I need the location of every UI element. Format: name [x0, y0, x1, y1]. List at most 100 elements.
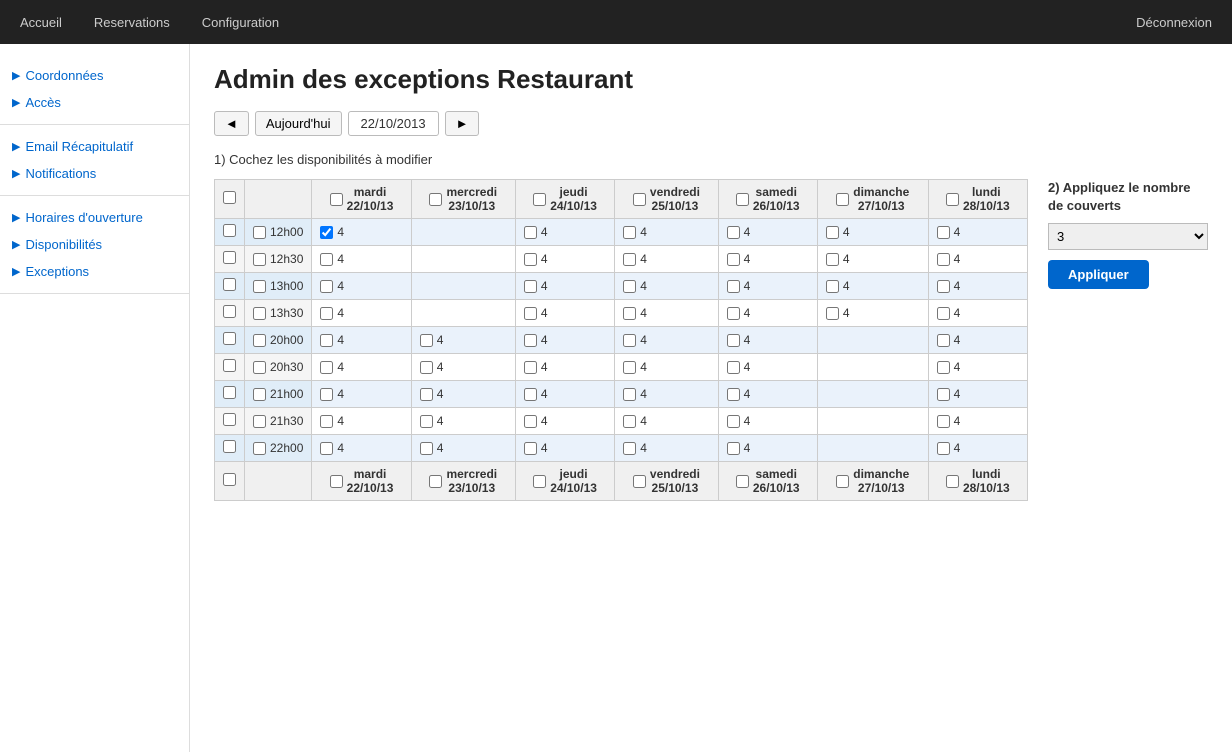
row-checkbox-8[interactable] [223, 440, 236, 453]
sidebar-item-acces[interactable]: ▶ Accès [0, 89, 189, 116]
prev-date-button[interactable]: ◄ [214, 111, 249, 136]
cell-checkbox-6-6[interactable] [937, 388, 950, 401]
nav-accueil[interactable]: Accueil [16, 3, 66, 42]
cell-checkbox-2-4[interactable] [727, 280, 740, 293]
row-checkbox-5[interactable] [223, 359, 236, 372]
cell-checkbox-8-3[interactable] [623, 442, 636, 455]
col-check-jeudi-foot[interactable] [533, 475, 546, 488]
time-row-checkbox-4[interactable] [253, 334, 266, 347]
cell-checkbox-3-2[interactable] [524, 307, 537, 320]
cell-checkbox-5-1[interactable] [420, 361, 433, 374]
time-row-checkbox-0[interactable] [253, 226, 266, 239]
cell-checkbox-7-4[interactable] [727, 415, 740, 428]
sidebar-item-email-recapitulatif[interactable]: ▶ Email Récapitulatif [0, 133, 189, 160]
select-all-rows-footer-checkbox[interactable] [223, 473, 236, 486]
cell-checkbox-2-0[interactable] [320, 280, 333, 293]
time-row-checkbox-8[interactable] [253, 442, 266, 455]
sidebar-item-horaires[interactable]: ▶ Horaires d'ouverture [0, 204, 189, 231]
cell-checkbox-3-6[interactable] [937, 307, 950, 320]
cell-checkbox-8-2[interactable] [524, 442, 537, 455]
cell-checkbox-4-2[interactable] [524, 334, 537, 347]
col-check-mardi[interactable] [330, 193, 343, 206]
cell-checkbox-3-4[interactable] [727, 307, 740, 320]
time-row-checkbox-3[interactable] [253, 307, 266, 320]
row-checkbox-2[interactable] [223, 278, 236, 291]
cell-checkbox-2-6[interactable] [937, 280, 950, 293]
cell-checkbox-8-1[interactable] [420, 442, 433, 455]
nav-logout[interactable]: Déconnexion [1132, 3, 1216, 42]
col-check-dimanche-foot[interactable] [836, 475, 849, 488]
cell-checkbox-3-0[interactable] [320, 307, 333, 320]
sidebar-item-exceptions[interactable]: ▶ Exceptions [0, 258, 189, 285]
cell-checkbox-8-0[interactable] [320, 442, 333, 455]
cell-checkbox-4-3[interactable] [623, 334, 636, 347]
col-check-mercredi[interactable] [429, 193, 442, 206]
time-row-checkbox-7[interactable] [253, 415, 266, 428]
cell-checkbox-2-5[interactable] [826, 280, 839, 293]
cell-checkbox-8-6[interactable] [937, 442, 950, 455]
col-check-jeudi[interactable] [533, 193, 546, 206]
cell-checkbox-6-1[interactable] [420, 388, 433, 401]
cell-checkbox-2-3[interactable] [623, 280, 636, 293]
apply-button[interactable]: Appliquer [1048, 260, 1149, 289]
next-date-button[interactable]: ► [445, 111, 480, 136]
cell-checkbox-6-3[interactable] [623, 388, 636, 401]
cell-checkbox-1-0[interactable] [320, 253, 333, 266]
time-row-checkbox-5[interactable] [253, 361, 266, 374]
row-checkbox-4[interactable] [223, 332, 236, 345]
col-check-samedi[interactable] [736, 193, 749, 206]
cell-checkbox-0-0[interactable] [320, 226, 333, 239]
col-check-mercredi-foot[interactable] [429, 475, 442, 488]
row-checkbox-0[interactable] [223, 224, 236, 237]
time-row-checkbox-1[interactable] [253, 253, 266, 266]
cell-checkbox-7-0[interactable] [320, 415, 333, 428]
cell-checkbox-8-4[interactable] [727, 442, 740, 455]
cell-checkbox-5-3[interactable] [623, 361, 636, 374]
cell-checkbox-0-2[interactable] [524, 226, 537, 239]
time-row-checkbox-2[interactable] [253, 280, 266, 293]
time-row-checkbox-6[interactable] [253, 388, 266, 401]
cell-checkbox-1-2[interactable] [524, 253, 537, 266]
sidebar-item-disponibilites[interactable]: ▶ Disponibilités [0, 231, 189, 258]
cell-checkbox-3-5[interactable] [826, 307, 839, 320]
col-check-lundi[interactable] [946, 193, 959, 206]
sidebar-item-notifications[interactable]: ▶ Notifications [0, 160, 189, 187]
cell-checkbox-1-4[interactable] [727, 253, 740, 266]
cell-checkbox-6-4[interactable] [727, 388, 740, 401]
cell-checkbox-7-2[interactable] [524, 415, 537, 428]
cell-checkbox-0-5[interactable] [826, 226, 839, 239]
col-check-dimanche[interactable] [836, 193, 849, 206]
cell-checkbox-5-0[interactable] [320, 361, 333, 374]
couverts-select[interactable]: 1 2 3 4 5 6 7 8 9 10 [1048, 223, 1208, 250]
cell-checkbox-1-6[interactable] [937, 253, 950, 266]
col-check-vendredi[interactable] [633, 193, 646, 206]
cell-checkbox-4-4[interactable] [727, 334, 740, 347]
cell-checkbox-4-6[interactable] [937, 334, 950, 347]
col-check-mardi-foot[interactable] [330, 475, 343, 488]
cell-checkbox-0-4[interactable] [727, 226, 740, 239]
cell-checkbox-6-2[interactable] [524, 388, 537, 401]
cell-checkbox-4-0[interactable] [320, 334, 333, 347]
row-checkbox-7[interactable] [223, 413, 236, 426]
today-button[interactable]: Aujourd'hui [255, 111, 342, 136]
nav-configuration[interactable]: Configuration [198, 3, 283, 42]
col-check-samedi-foot[interactable] [736, 475, 749, 488]
row-checkbox-1[interactable] [223, 251, 236, 264]
col-check-lundi-foot[interactable] [946, 475, 959, 488]
cell-checkbox-5-6[interactable] [937, 361, 950, 374]
row-checkbox-6[interactable] [223, 386, 236, 399]
cell-checkbox-5-4[interactable] [727, 361, 740, 374]
col-check-vendredi-foot[interactable] [633, 475, 646, 488]
sidebar-item-coordonnees[interactable]: ▶ Coordonnées [0, 62, 189, 89]
cell-checkbox-2-2[interactable] [524, 280, 537, 293]
cell-checkbox-1-3[interactable] [623, 253, 636, 266]
row-checkbox-3[interactable] [223, 305, 236, 318]
cell-checkbox-4-1[interactable] [420, 334, 433, 347]
cell-checkbox-0-3[interactable] [623, 226, 636, 239]
cell-checkbox-0-6[interactable] [937, 226, 950, 239]
nav-reservations[interactable]: Reservations [90, 3, 174, 42]
cell-checkbox-1-5[interactable] [826, 253, 839, 266]
cell-checkbox-7-6[interactable] [937, 415, 950, 428]
cell-checkbox-7-1[interactable] [420, 415, 433, 428]
select-all-rows-checkbox[interactable] [223, 191, 236, 204]
